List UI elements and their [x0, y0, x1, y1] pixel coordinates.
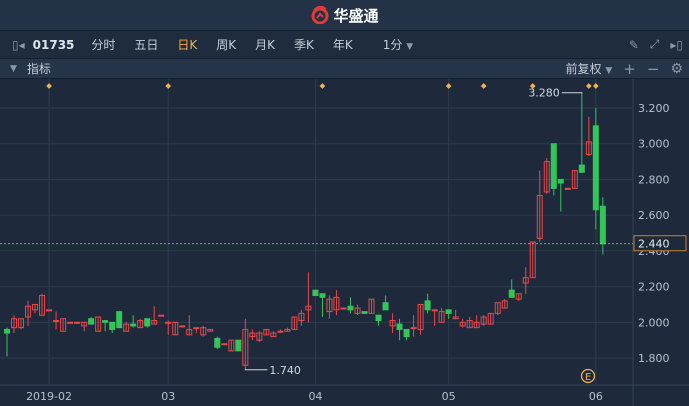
y-tick-label: 2.000 [638, 316, 670, 329]
candle-body [130, 323, 137, 327]
tab-intraday[interactable]: 分时 [91, 36, 115, 53]
y-tick-label: 3.200 [638, 102, 670, 115]
interval-value: 1分 [382, 38, 403, 52]
candle-body [403, 328, 410, 338]
tab-five-day[interactable]: 五日 [134, 36, 158, 53]
candle-body [550, 143, 557, 189]
candle-body [74, 321, 81, 324]
collapse-right-icon[interactable]: ▸▯ [670, 38, 683, 52]
zoom-in-icon[interactable]: + [623, 60, 636, 78]
event-marker-icon [445, 83, 452, 89]
candle-body [165, 321, 172, 324]
y-tick-label: 2.800 [638, 173, 670, 186]
candle-body [53, 320, 60, 323]
candle-body [592, 125, 599, 211]
candle-body [319, 293, 326, 298]
event-marker-icon [165, 83, 172, 89]
candle-body [144, 318, 151, 327]
x-tick-label: 2019-02 [26, 390, 72, 403]
candle-body [375, 314, 382, 322]
zoom-out-icon[interactable]: − [647, 60, 660, 78]
candlestick-chart[interactable]: 3.2003.0002.8002.6002.4002.2002.0001.800… [0, 79, 689, 406]
event-marker-icon [480, 83, 487, 89]
fullscreen-icon[interactable]: ⤢ [650, 37, 660, 52]
app-header: 华盛通 [0, 0, 689, 31]
stock-code: 01735 [32, 37, 75, 52]
event-marker-icon [319, 83, 326, 89]
chevron-down-icon: ▼ [605, 66, 613, 76]
candle-body [102, 320, 109, 323]
x-tick-label: 05 [442, 390, 456, 403]
candle-body [396, 323, 403, 330]
candle-body [214, 337, 221, 348]
candle-body [347, 305, 354, 311]
tab-weekly-k[interactable]: 周K [216, 36, 236, 53]
candle-body [424, 300, 431, 311]
x-tick-label: 06 [589, 390, 603, 403]
tab-monthly-k[interactable]: 月K [255, 36, 275, 53]
candle-body [382, 302, 389, 311]
x-tick-label: 04 [308, 390, 322, 403]
tab-daily-k[interactable]: 日K [177, 36, 197, 53]
event-marker-icon [593, 83, 599, 89]
candle-body [235, 339, 242, 352]
candle-body [109, 321, 116, 330]
candle-body [88, 318, 95, 325]
current-price-label: 2.440 [638, 238, 670, 251]
candle-body [46, 309, 53, 312]
settings-gear-icon[interactable]: ⚙ [670, 61, 683, 77]
candle-body [431, 309, 438, 312]
huasheng-logo-icon [311, 6, 329, 24]
candle-body [193, 327, 200, 330]
x-tick-label: 03 [161, 390, 175, 403]
tab-quarterly-k[interactable]: 季K [294, 36, 314, 53]
max-price-label: 3.280 [528, 87, 560, 100]
candle-body [312, 289, 319, 297]
candle-body [508, 289, 515, 298]
candle-body [340, 307, 347, 310]
candle-body [158, 314, 165, 317]
indicator-label[interactable]: 指标 [27, 60, 51, 77]
y-tick-label: 2.200 [638, 281, 670, 294]
adjust-select[interactable]: 前复权 ▼ [566, 60, 613, 77]
max-price-leader [561, 92, 583, 94]
candle-body [445, 309, 452, 314]
y-tick-label: 3.000 [638, 138, 670, 151]
min-price-leader [244, 368, 268, 371]
candle-body [578, 164, 585, 173]
candle-body [116, 311, 123, 329]
min-price-label: 1.740 [269, 364, 301, 377]
adjust-value: 前复权 [565, 62, 602, 76]
event-marker-icon [46, 83, 52, 89]
pencil-icon[interactable]: ✎ [629, 38, 639, 52]
candle-body [361, 311, 368, 314]
candle-body [557, 178, 564, 184]
candle-body [4, 328, 10, 334]
chevron-down-icon: ▼ [406, 42, 414, 52]
indicator-toggle-icon[interactable]: ▼ [10, 64, 17, 74]
y-tick-label: 2.600 [638, 209, 670, 222]
candle-body [179, 325, 186, 328]
app-title: 华盛通 [333, 6, 379, 25]
tab-yearly-k[interactable]: 年K [333, 36, 353, 53]
candle-body [564, 187, 571, 190]
period-toolbar: ▯◂ 01735 分时 五日 日K 周K 月K 季K 年K 1分 ▼ ✎ ⤢ ▸… [0, 31, 689, 59]
candle-body [410, 327, 417, 330]
y-tick-label: 1.800 [638, 352, 670, 365]
candle-body [277, 330, 284, 333]
event-marker-icon [586, 83, 592, 89]
candle-body [67, 321, 74, 324]
indicator-bar: ▼ 指标 前复权 ▼ + − ⚙ [0, 59, 689, 79]
candle-body [221, 343, 228, 346]
earnings-event-label: E [585, 372, 591, 383]
collapse-left-icon[interactable]: ▯◂ [12, 38, 25, 52]
interval-select[interactable]: 1分 ▼ [383, 36, 413, 53]
candle-body [599, 205, 606, 245]
